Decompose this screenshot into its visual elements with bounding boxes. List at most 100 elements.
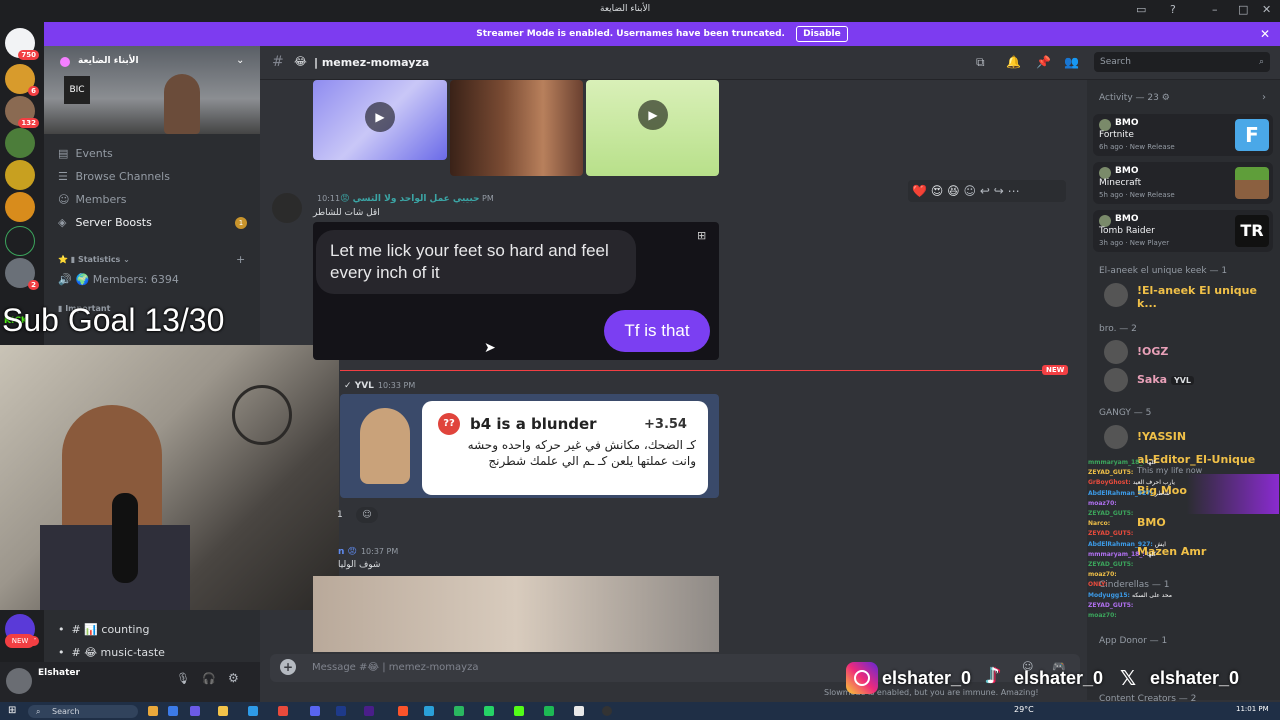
avatar[interactable] (1104, 283, 1128, 307)
message-author[interactable]: n 😡 10:37 PM (338, 547, 398, 557)
image-attachment[interactable] (450, 80, 583, 176)
activity-card[interactable]: BMO Minecraft 5h ago · New Release (1093, 162, 1273, 204)
file-explorer-icon[interactable] (218, 706, 228, 716)
server-icon[interactable]: 6 (5, 64, 39, 96)
clock[interactable]: 11:01 PM (1236, 705, 1269, 713)
server-icon[interactable] (5, 226, 35, 256)
maximize-button[interactable]: □ (1238, 3, 1248, 16)
chevron-down-icon[interactable]: ⌄ (236, 55, 244, 66)
server-icon[interactable]: 2 (5, 258, 39, 290)
avatar[interactable] (6, 668, 32, 694)
threads-icon[interactable]: ⧉ (976, 55, 985, 70)
taskbar-search[interactable]: ⌕ Search (28, 705, 138, 718)
member-name[interactable]: Saka YVL (1137, 373, 1195, 386)
add-reaction-icon[interactable]: ☺ (356, 507, 378, 523)
app-icon[interactable] (148, 706, 158, 716)
minimize-button[interactable]: – (1212, 3, 1218, 16)
server-icon[interactable]: 132 (5, 96, 39, 128)
forward-icon[interactable]: ↪ (994, 184, 1004, 198)
windows-start-icon[interactable]: ⊞ (8, 705, 16, 716)
member-name[interactable]: !OGZ (1137, 345, 1168, 358)
more-icon[interactable]: ⋯ (1008, 184, 1020, 198)
chess-coach-avatar (360, 408, 410, 484)
steam-server-icon[interactable] (5, 192, 35, 222)
channel-counting[interactable]: • # 📊 counting (58, 623, 149, 636)
avatar[interactable] (1104, 340, 1128, 364)
home-server-icon[interactable]: 750 (5, 28, 39, 60)
member-name[interactable]: !El-aneek El unique k... (1137, 284, 1280, 310)
close-window-button[interactable]: ✕ (1262, 3, 1271, 16)
server-name[interactable]: الأبناء الضايعة (78, 56, 139, 66)
discord-icon[interactable] (310, 706, 320, 716)
reply-icon[interactable]: ↩ (980, 184, 990, 198)
message-input[interactable]: Message #😂 | memez-momayza (312, 662, 478, 673)
heart-reaction-icon[interactable]: ❤️ (912, 184, 927, 198)
add-reaction-icon[interactable]: ☺ (963, 184, 976, 198)
stream-chat-line: GrBoyGhost: يارب احرف العيد (1088, 479, 1175, 486)
member-group-header: El-aneek el unique keek — 1 (1099, 266, 1228, 276)
sidebar-item-members[interactable]: ☺ Members (58, 193, 126, 206)
member-list-icon[interactable]: 👥 (1064, 55, 1079, 69)
stream-chat-message: يارب احرف العيد (1132, 479, 1175, 487)
category-statistics[interactable]: ⭐ ▮ Statistics ⌄ (58, 255, 130, 264)
chevron-right-icon[interactable]: › (1262, 92, 1266, 103)
star-eyes-reaction-icon[interactable]: 😍 (931, 184, 944, 198)
close-banner-icon[interactable]: ✕ (1260, 22, 1270, 46)
message-author[interactable]: ✓ YVL 10:33 PM (344, 381, 415, 391)
weather-widget[interactable]: 29°C (1014, 705, 1034, 714)
member-name[interactable]: !YASSIN (1137, 430, 1186, 443)
video-attachment[interactable] (313, 576, 719, 652)
inbox-icon[interactable]: ▭ (1136, 3, 1146, 16)
photoshop-icon[interactable] (336, 706, 346, 716)
message-text: اقل شات للشاطر (313, 208, 380, 218)
sidebar-item-server-boosts[interactable]: ◈ Server Boosts (58, 216, 152, 229)
pin-icon[interactable]: 📌 (1036, 55, 1051, 69)
kick-icon[interactable] (514, 706, 524, 716)
add-channel-icon[interactable]: + (236, 253, 245, 266)
stream-chat-line: moaz70: (1088, 500, 1117, 507)
channel-music-taste[interactable]: • # 😂 music-taste (58, 646, 165, 659)
server-icon[interactable] (5, 128, 35, 158)
microphone-image (112, 493, 138, 583)
avatar[interactable] (272, 193, 302, 223)
attach-plus-icon[interactable]: + (280, 659, 296, 675)
app-icon[interactable] (190, 706, 200, 716)
app-icon[interactable] (454, 706, 464, 716)
activity-card[interactable]: BMO Tomb Raider 3h ago · New Player TR (1093, 210, 1273, 252)
whatsapp-icon[interactable] (484, 706, 494, 716)
channel-members-count[interactable]: 🔊 🌍 Members: 6394 (58, 273, 179, 286)
brave-icon[interactable] (398, 706, 408, 716)
gear-icon[interactable]: ⚙ (228, 671, 239, 685)
chat-glow (1187, 474, 1279, 514)
telegram-icon[interactable] (424, 706, 434, 716)
disable-streamer-mode-button[interactable]: Disable (796, 26, 848, 42)
obs-icon[interactable] (602, 706, 612, 716)
reaction-count[interactable]: 1 (337, 508, 351, 522)
stream-chat-user: ZEYAD_GUT5: (1088, 561, 1134, 568)
search-input[interactable]: Search ⌕ (1094, 52, 1270, 72)
sidebar-item-events[interactable]: ▤ Events (58, 147, 113, 160)
message-author[interactable]: حبيبي عمل الواحد ولا التسي 😡10:11 PM (313, 194, 494, 204)
sidebar-item-browse-channels[interactable]: ☰ Browse Channels (58, 170, 170, 183)
headphones-icon[interactable]: 🎧 (202, 672, 216, 685)
avatar[interactable] (1104, 368, 1128, 392)
server-icon[interactable] (5, 160, 35, 190)
activity-card[interactable]: BMO Fortnite 6h ago · New Release F (1093, 114, 1273, 156)
video-attachment[interactable]: ▶ (313, 80, 447, 160)
app-icon[interactable] (544, 706, 554, 716)
new-servers-badge[interactable]: NEW (5, 634, 35, 648)
play-icon[interactable]: ▶ (638, 100, 668, 130)
bell-icon[interactable]: 🔔 (1006, 55, 1021, 69)
help-icon[interactable]: ? (1170, 3, 1176, 16)
app-icon[interactable] (574, 706, 584, 716)
play-icon[interactable]: ▶ (365, 102, 395, 132)
microphone-icon[interactable]: 🎙 (176, 672, 190, 685)
edge-icon[interactable] (248, 706, 258, 716)
app-icon[interactable] (168, 706, 178, 716)
video-attachment[interactable]: ▶ (586, 80, 719, 176)
premiere-icon[interactable] (364, 706, 374, 716)
chrome-icon[interactable] (278, 706, 288, 716)
avatar[interactable] (1104, 425, 1128, 449)
boost-badge: 1 (235, 217, 247, 229)
laugh-reaction-icon[interactable]: 😆 (947, 184, 960, 198)
